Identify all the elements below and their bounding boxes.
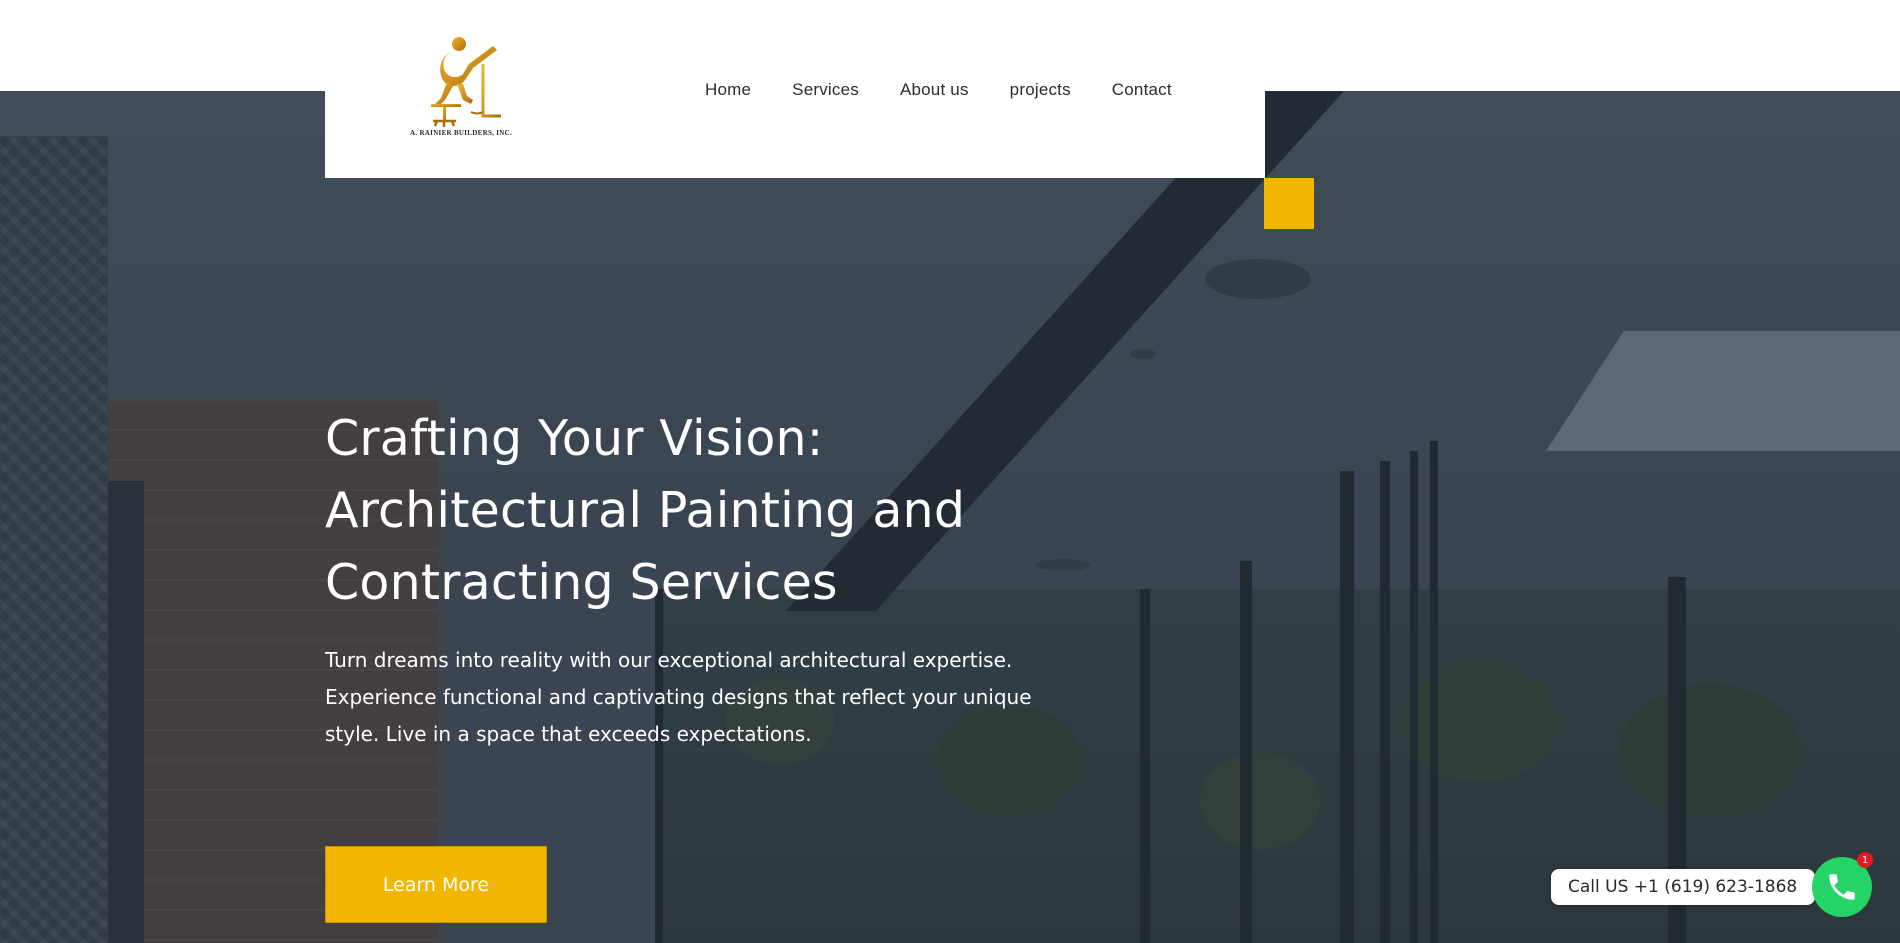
nav-item-projects[interactable]: projects — [1010, 80, 1071, 100]
main-nav: Home Services About us projects Contact — [705, 80, 1172, 100]
hero-headline: Crafting Your Vision: Architectural Pain… — [325, 410, 966, 611]
nav-item-about-us[interactable]: About us — [900, 80, 969, 100]
call-us-label[interactable]: Call US +1 (619) 623-1868 — [1551, 869, 1816, 905]
phone-icon — [1829, 874, 1855, 900]
painter-figure-logo-icon[interactable] — [413, 34, 523, 144]
logo-text: A. RAINIER BUILDERS, INC. — [410, 129, 513, 137]
nav-item-services[interactable]: Services — [792, 80, 859, 100]
hero-subtext: Turn dreams into reality with our except… — [325, 648, 1032, 746]
accent-square — [1264, 178, 1314, 229]
notification-badge: 1 — [1857, 852, 1873, 868]
nav-item-contact[interactable]: Contact — [1112, 80, 1172, 100]
learn-more-button[interactable]: Learn More — [325, 846, 547, 923]
nav-item-home[interactable]: Home — [705, 80, 751, 100]
